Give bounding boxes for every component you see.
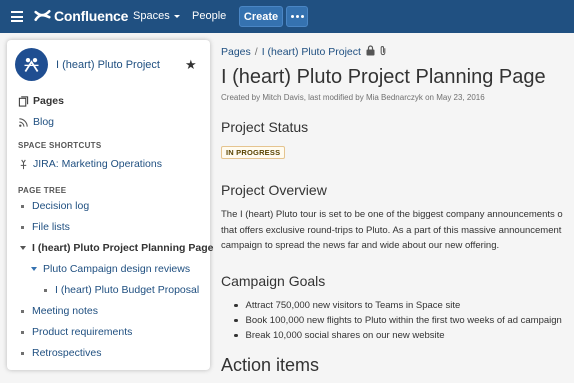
- people-link[interactable]: People: [192, 10, 226, 22]
- sidebar-item-label: Blog: [33, 116, 55, 128]
- app-name: Confluence: [54, 7, 129, 24]
- heading-project-overview: Project Overview: [221, 182, 327, 198]
- goal-text: Break 10,000 social shares on our new we…: [245, 330, 445, 341]
- tree-item-label: File lists: [32, 221, 70, 233]
- tree-item-label: I (heart) Pluto Project Planning Page: [32, 242, 214, 254]
- shortcut-jira-marketing[interactable]: JIRA: Marketing Operations: [18, 158, 162, 170]
- tree-item-label: Decision log: [32, 200, 90, 212]
- breadcrumb-pages[interactable]: Pages: [221, 46, 251, 58]
- tree-item-label: Retrospectives: [32, 347, 102, 359]
- heading-action-items: Action items: [221, 355, 320, 375]
- space-logo-icon: [24, 57, 39, 72]
- list-item: Break 10,000 social shares on our new we…: [234, 330, 445, 341]
- overview-paragraph: The I (heart) Pluto tour is set to be on…: [221, 207, 563, 254]
- bullet-icon: [21, 309, 24, 313]
- tree-item-label: Product requirements: [32, 326, 133, 338]
- chevron-down-icon[interactable]: [31, 267, 37, 271]
- sidebar-item-pages[interactable]: Pages: [18, 95, 64, 107]
- confluence-logo-icon: [34, 9, 51, 22]
- heading-campaign-goals: Campaign Goals: [221, 273, 326, 289]
- tree-item-decision-log[interactable]: Decision log: [21, 200, 89, 212]
- overview-line: that offers exclusive round-trips to Plu…: [221, 224, 562, 236]
- overview-line: campaign to spread the news far and wide…: [221, 240, 500, 251]
- more-create-button[interactable]: [286, 6, 308, 27]
- breadcrumb-space[interactable]: I (heart) Pluto Project: [262, 46, 361, 58]
- tree-item-retrospectives[interactable]: Retrospectives: [21, 347, 101, 359]
- star-icon[interactable]: ★: [185, 58, 197, 71]
- sidebar-item-blog[interactable]: Blog: [18, 116, 54, 128]
- bullet-icon: [44, 288, 47, 292]
- tree-item-budget-proposal[interactable]: I (heart) Pluto Budget Proposal: [44, 284, 199, 296]
- more-dots-icon: [290, 15, 294, 18]
- confluence-logo[interactable]: Confluence: [34, 7, 128, 24]
- menu-icon[interactable]: [11, 11, 23, 22]
- page-title: I (heart) Pluto Project Planning Page: [221, 66, 546, 88]
- overview-line: The I (heart) Pluto tour is set to be on…: [221, 209, 563, 220]
- bullet-icon: [21, 225, 24, 229]
- rss-icon: [19, 117, 28, 127]
- create-button[interactable]: Create: [239, 6, 283, 27]
- bullet-icon: [234, 303, 238, 308]
- space-sidebar: I (heart) Pluto Project ★ Pages Blog SPA…: [7, 40, 213, 370]
- tree-item-product-requirements[interactable]: Product requirements: [21, 326, 132, 338]
- top-navigation-bar: Confluence Spaces People Create: [0, 0, 574, 33]
- space-title[interactable]: I (heart) Pluto Project: [56, 59, 160, 71]
- tree-item-label: Meeting notes: [32, 305, 98, 317]
- bullet-icon: [21, 330, 24, 334]
- list-item: Book 100,000 new flights to Pluto within…: [234, 315, 562, 326]
- page-tree-heading: PAGE TREE: [18, 186, 67, 195]
- shortcut-label: JIRA: Marketing Operations: [33, 158, 162, 170]
- chevron-down-icon: [173, 14, 180, 18]
- tree-item-design-reviews[interactable]: Pluto Campaign design reviews: [31, 263, 190, 275]
- status-badge: IN PROGRESS: [221, 146, 286, 159]
- sidebar-item-label: Pages: [33, 95, 64, 107]
- goal-text: Attract 750,000 new visitors to Teams in…: [245, 300, 461, 311]
- lock-icon[interactable]: [366, 45, 375, 56]
- goal-text: Book 100,000 new flights to Pluto within…: [245, 315, 562, 326]
- breadcrumb: Pages / I (heart) Pluto Project: [221, 46, 361, 58]
- list-item: Attract 750,000 new visitors to Teams in…: [234, 300, 460, 311]
- pages-icon: [18, 95, 29, 107]
- bullet-icon: [21, 204, 24, 208]
- tree-item-file-lists[interactable]: File lists: [21, 221, 70, 233]
- attachment-icon[interactable]: [379, 45, 387, 56]
- bullet-icon: [21, 351, 24, 355]
- tree-item-planning-page[interactable]: I (heart) Pluto Project Planning Page: [20, 242, 213, 254]
- space-avatar[interactable]: [15, 48, 48, 81]
- bullet-icon: [234, 318, 238, 323]
- tree-item-meeting-notes[interactable]: Meeting notes: [21, 305, 98, 317]
- spaces-menu[interactable]: Spaces: [133, 10, 180, 22]
- spaces-label: Spaces: [133, 10, 170, 22]
- bullet-icon: [234, 333, 238, 338]
- breadcrumb-separator: /: [254, 46, 258, 58]
- tree-item-label: I (heart) Pluto Budget Proposal: [55, 284, 200, 296]
- jira-icon: [20, 159, 27, 169]
- heading-project-status: Project Status: [221, 119, 309, 135]
- chevron-down-icon[interactable]: [20, 246, 26, 250]
- space-shortcuts-heading: SPACE SHORTCUTS: [18, 141, 102, 150]
- page-byline: Created by Mitch Davis, last modified by…: [221, 93, 485, 102]
- tree-item-label: Pluto Campaign design reviews: [43, 263, 191, 275]
